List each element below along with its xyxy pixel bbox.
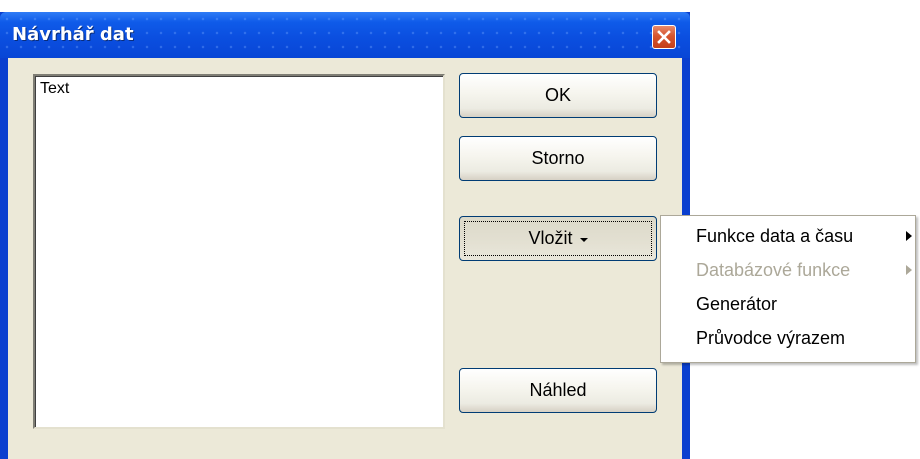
screen: Návrhář dat Text OK Storno Vložit Náhled…: [0, 0, 920, 459]
menu-item-label: Funkce data a času: [696, 226, 854, 246]
dialog-body: Text OK Storno Vložit Náhled: [8, 58, 682, 459]
menu-item-label: Generátor: [696, 294, 778, 314]
expression-text: Text: [40, 80, 70, 97]
preview-button-label: Náhled: [529, 380, 587, 400]
menu-item-date-time-functions[interactable]: Funkce data a času: [661, 220, 915, 250]
preview-button[interactable]: Náhled: [459, 368, 657, 413]
menu-item-generator[interactable]: Generátor: [661, 288, 915, 318]
close-button[interactable]: [652, 25, 676, 49]
menu-item-database-functions: Databázové funkce: [661, 254, 915, 284]
close-icon: [657, 30, 671, 44]
insert-button[interactable]: Vložit: [459, 216, 657, 261]
cancel-button[interactable]: Storno: [459, 136, 657, 181]
submenu-arrow-icon: [906, 265, 912, 275]
title-bar[interactable]: Návrhář dat: [0, 12, 690, 58]
dropdown-arrow-icon: [579, 237, 588, 242]
insert-button-label: Vložit: [528, 228, 573, 248]
menu-item-expression-wizard[interactable]: Průvodce výrazem: [661, 322, 915, 352]
ok-button-label: OK: [544, 85, 571, 105]
expression-textarea[interactable]: Text: [33, 74, 445, 429]
cancel-button-label: Storno: [531, 148, 585, 168]
menu-item-label: Průvodce výrazem: [696, 328, 846, 348]
ok-button[interactable]: OK: [459, 73, 657, 118]
submenu-arrow-icon: [906, 231, 912, 241]
menu-item-label: Databázové funkce: [696, 260, 851, 280]
insert-dropdown-menu: Funkce data a času Databázové funkce Gen…: [660, 215, 916, 363]
window-title: Návrhář dat: [12, 24, 134, 45]
dialog-window: Návrhář dat Text OK Storno Vložit Náhled: [0, 12, 690, 459]
